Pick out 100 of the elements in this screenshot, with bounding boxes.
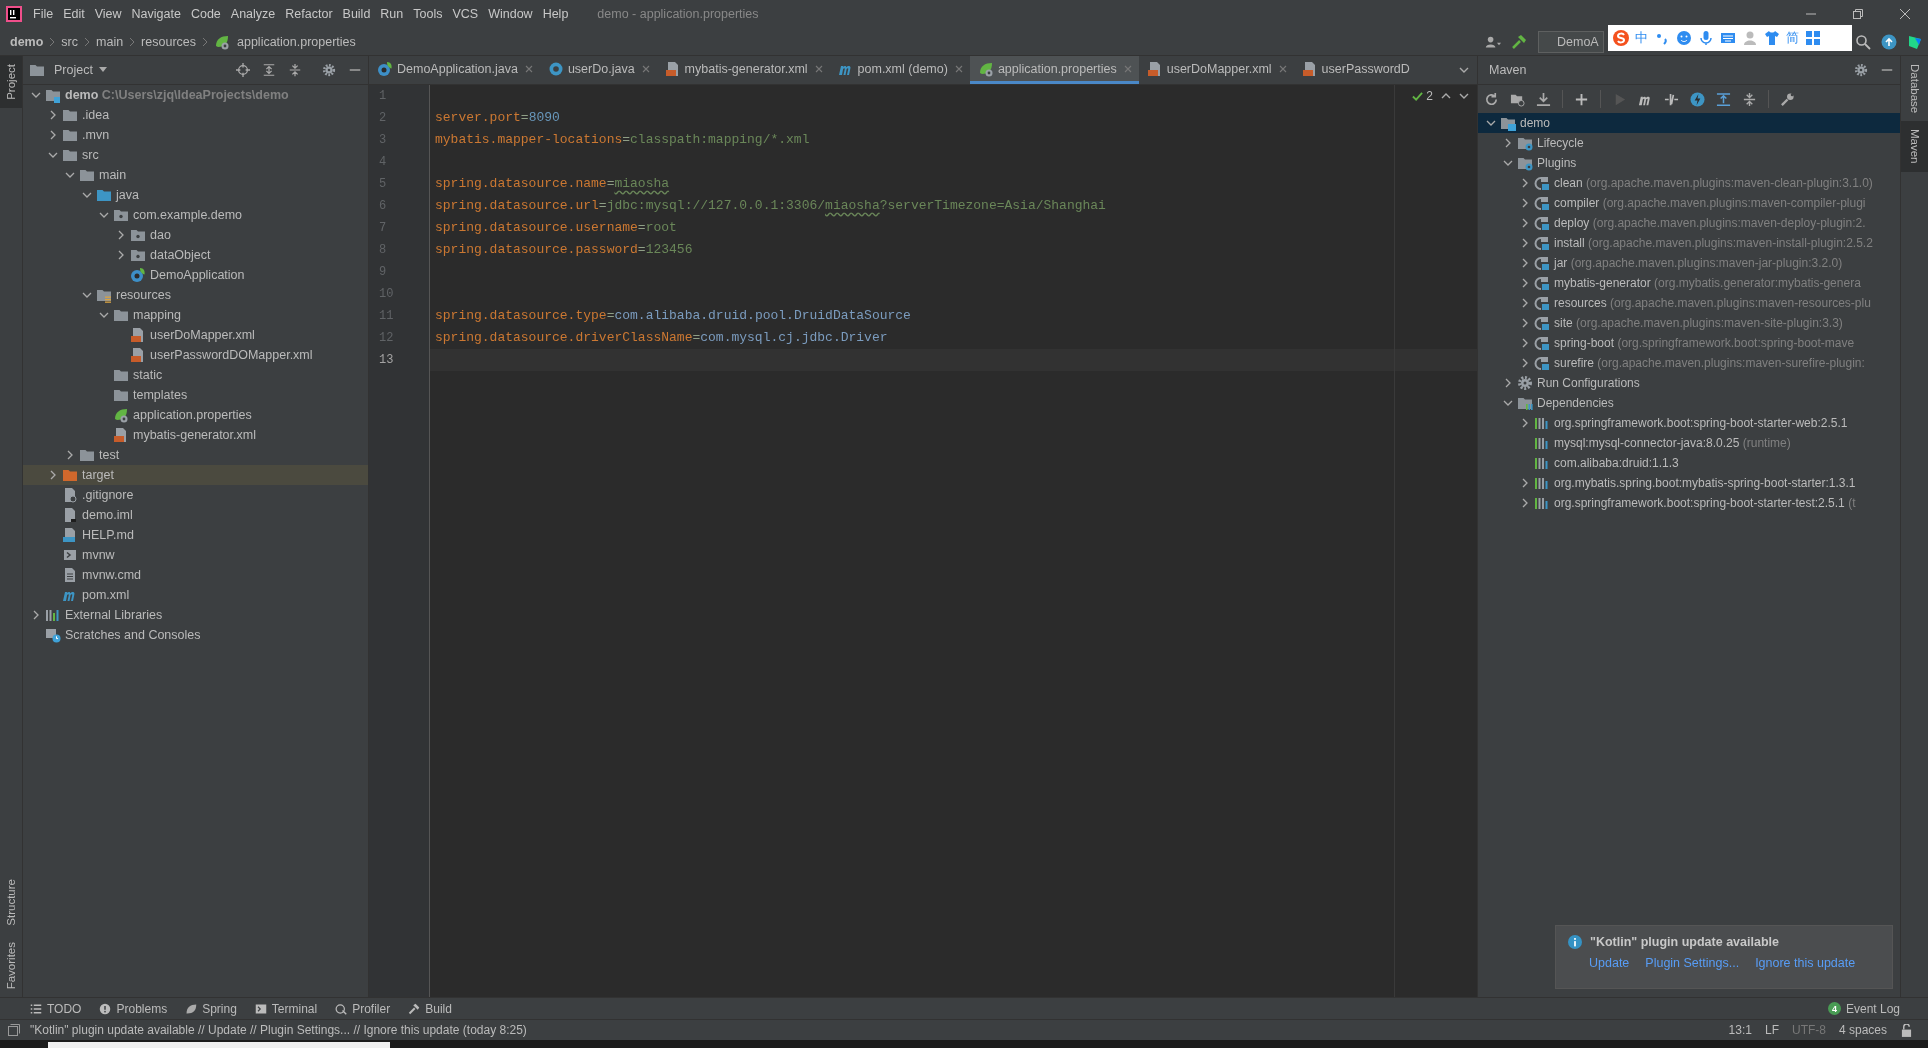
chevron-icon[interactable]: [1503, 398, 1513, 408]
chevron-icon[interactable]: [1520, 358, 1530, 368]
chevron-icon[interactable]: [1520, 178, 1530, 188]
tree-item[interactable]: Run Configurations: [1478, 373, 1900, 393]
menu-item[interactable]: Analyze: [225, 7, 281, 21]
close-icon[interactable]: [641, 64, 650, 73]
tree-item[interactable]: com.example.demo: [23, 205, 368, 225]
tool-window-tab[interactable]: Spring: [185, 1001, 237, 1016]
chevron-icon[interactable]: [48, 110, 58, 120]
hammer-icon[interactable]: [1511, 33, 1527, 50]
close-icon[interactable]: [1278, 64, 1287, 73]
chevron-icon[interactable]: [1520, 318, 1530, 328]
tree-item[interactable]: .gitignore: [23, 485, 368, 505]
chevron-icon[interactable]: [48, 470, 58, 480]
tree-item[interactable]: mapping: [23, 305, 368, 325]
menu-item[interactable]: Navigate: [126, 7, 186, 21]
expand-all-icon[interactable]: [262, 63, 276, 77]
tool-window-tab[interactable]: Profiler: [335, 1001, 391, 1016]
notification-link[interactable]: Plugin Settings...: [1645, 956, 1740, 970]
menu-item[interactable]: Tools: [408, 7, 448, 21]
tree-item[interactable]: dataObject: [23, 245, 368, 265]
chevron-icon[interactable]: [1520, 218, 1530, 228]
chevron-icon[interactable]: [1520, 418, 1530, 428]
tree-item[interactable]: demo: [1478, 113, 1900, 133]
chevron-icon[interactable]: [1520, 498, 1530, 508]
editor-tab[interactable]: userDo.java: [539, 56, 657, 84]
collapse-all-icon[interactable]: [1742, 91, 1757, 107]
tool-window-tab[interactable]: Favorites: [0, 933, 22, 997]
breadcrumb[interactable]: main: [96, 34, 124, 49]
chevron-icon[interactable]: [1520, 298, 1530, 308]
settings-icon[interactable]: [322, 63, 336, 77]
input-mode-toggle[interactable]: 中: [1635, 29, 1648, 47]
grid-icon[interactable]: [1805, 30, 1821, 46]
lock-icon[interactable]: [1901, 1023, 1912, 1037]
tree-item[interactable]: userDoMapper.xml: [23, 325, 368, 345]
editor-tab[interactable]: userDoMapper.xml: [1138, 56, 1294, 84]
tree-item[interactable]: HELP.md: [23, 525, 368, 545]
tree-item[interactable]: static: [23, 365, 368, 385]
breadcrumb[interactable]: resources: [141, 34, 196, 49]
chevron-down-icon[interactable]: [1459, 66, 1469, 74]
logo-icon[interactable]: [1613, 30, 1629, 46]
emoji-icon[interactable]: [1676, 30, 1692, 46]
tree-item[interactable]: target: [23, 465, 368, 485]
tree-item[interactable]: mysql:mysql-connector-java:8.0.25 (runtime): [1478, 433, 1900, 453]
chevron-icon[interactable]: [1520, 238, 1530, 248]
chevron-icon[interactable]: [31, 610, 41, 620]
close-icon[interactable]: [814, 64, 823, 73]
chevron-icon[interactable]: [48, 150, 58, 160]
tool-window-tab[interactable]: Problems: [99, 1001, 168, 1016]
collapse-all-icon[interactable]: [288, 63, 302, 77]
wrench-icon[interactable]: [1780, 91, 1795, 107]
chevron-icon[interactable]: [65, 450, 75, 460]
chevron-icon[interactable]: [116, 230, 126, 240]
tree-item[interactable]: .mvn: [23, 125, 368, 145]
tree-item[interactable]: Lifecycle: [1478, 133, 1900, 153]
toggle-icon[interactable]: [1664, 91, 1679, 107]
breadcrumb[interactable]: application.properties: [214, 33, 356, 50]
close-icon[interactable]: [524, 64, 533, 73]
notification-link[interactable]: Update: [1589, 956, 1630, 970]
tree-item[interactable]: jar (org.apache.maven.plugins:maven-jar-plugin:3.2.0): [1478, 253, 1900, 273]
chevron-down-icon[interactable]: [1459, 92, 1469, 100]
tree-item[interactable]: src: [23, 145, 368, 165]
tree-item[interactable]: demo C:\Users\zjq\IdeaProjects\demo: [23, 85, 368, 105]
close-icon[interactable]: [1898, 8, 1911, 20]
tree-item[interactable]: deploy (org.apache.maven.plugins:maven-deploy-plugin:2.: [1478, 213, 1900, 233]
toggle-panels-icon[interactable]: [8, 1024, 20, 1036]
menu-item[interactable]: Code: [185, 7, 226, 21]
breadcrumb[interactable]: src: [61, 34, 78, 49]
lightning-icon[interactable]: [1690, 91, 1705, 107]
chevron-icon[interactable]: [1520, 338, 1530, 348]
locate-icon[interactable]: [236, 63, 250, 77]
tool-window-tab[interactable]: Structure: [0, 871, 22, 934]
tree-item[interactable]: install (org.apache.maven.plugins:maven-install-plugin:2.5.2: [1478, 233, 1900, 253]
tool-window-tab[interactable]: Database: [1901, 56, 1928, 122]
shirt-icon[interactable]: [1764, 30, 1780, 46]
chevron-icon[interactable]: [48, 130, 58, 140]
notification-link[interactable]: Ignore this update: [1755, 956, 1856, 970]
tree-item[interactable]: resources: [23, 285, 368, 305]
tree-item[interactable]: org.mybatis.spring.boot:mybatis-spring-boot-starter:1.3.1: [1478, 473, 1900, 493]
tree-item[interactable]: mybatis-generator (org.mybatis.generator:mybatis-genera: [1478, 273, 1900, 293]
microphone-icon[interactable]: [1698, 30, 1714, 46]
tool-window-tab[interactable]: Project: [0, 56, 22, 108]
chevron-icon[interactable]: [1520, 478, 1530, 488]
tree-item[interactable]: com.alibaba:druid:1.1.3: [1478, 453, 1900, 473]
chevron-icon[interactable]: [1503, 138, 1513, 148]
chevron-icon[interactable]: [1503, 158, 1513, 168]
tree-item[interactable]: .idea: [23, 105, 368, 125]
expand-icon[interactable]: [1716, 91, 1731, 107]
settings-icon[interactable]: [1854, 63, 1868, 77]
keyboard-icon[interactable]: [1720, 30, 1736, 46]
menu-item[interactable]: VCS: [447, 7, 484, 21]
tree-item[interactable]: spring-boot (org.springframework.boot:spring-boot-mave: [1478, 333, 1900, 353]
panel-title[interactable]: Project: [54, 63, 93, 77]
download-icon[interactable]: [1536, 91, 1551, 107]
tree-item[interactable]: org.springframework.boot:spring-boot-starter-web:2.5.1: [1478, 413, 1900, 433]
menu-item[interactable]: View: [89, 7, 127, 21]
tree-item[interactable]: clean (org.apache.maven.plugins:maven-clean-plugin:3.1.0): [1478, 173, 1900, 193]
restore-icon[interactable]: [1851, 8, 1864, 20]
tree-item[interactable]: compiler (org.apache.maven.plugins:maven-compiler-plugi: [1478, 193, 1900, 213]
chevron-icon[interactable]: [82, 190, 92, 200]
